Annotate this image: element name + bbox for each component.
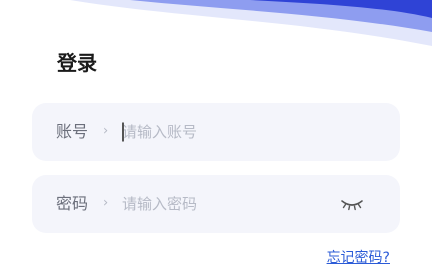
forgot-password-link[interactable]: 忘记密码?: [327, 249, 390, 267]
page-title: 登录: [57, 51, 97, 75]
password-label: 密码: [56, 194, 89, 213]
account-field[interactable]: 账号 ›: [32, 103, 400, 161]
account-input[interactable]: [122, 120, 332, 144]
chevron-right-icon: ›: [103, 123, 109, 139]
chevron-right-icon: ›: [103, 195, 109, 211]
eye-closed-icon[interactable]: [339, 196, 365, 212]
password-field[interactable]: 密码 ›: [32, 175, 400, 233]
text-cursor: [122, 122, 124, 142]
password-input[interactable]: [122, 192, 332, 216]
account-label: 账号: [56, 122, 89, 141]
